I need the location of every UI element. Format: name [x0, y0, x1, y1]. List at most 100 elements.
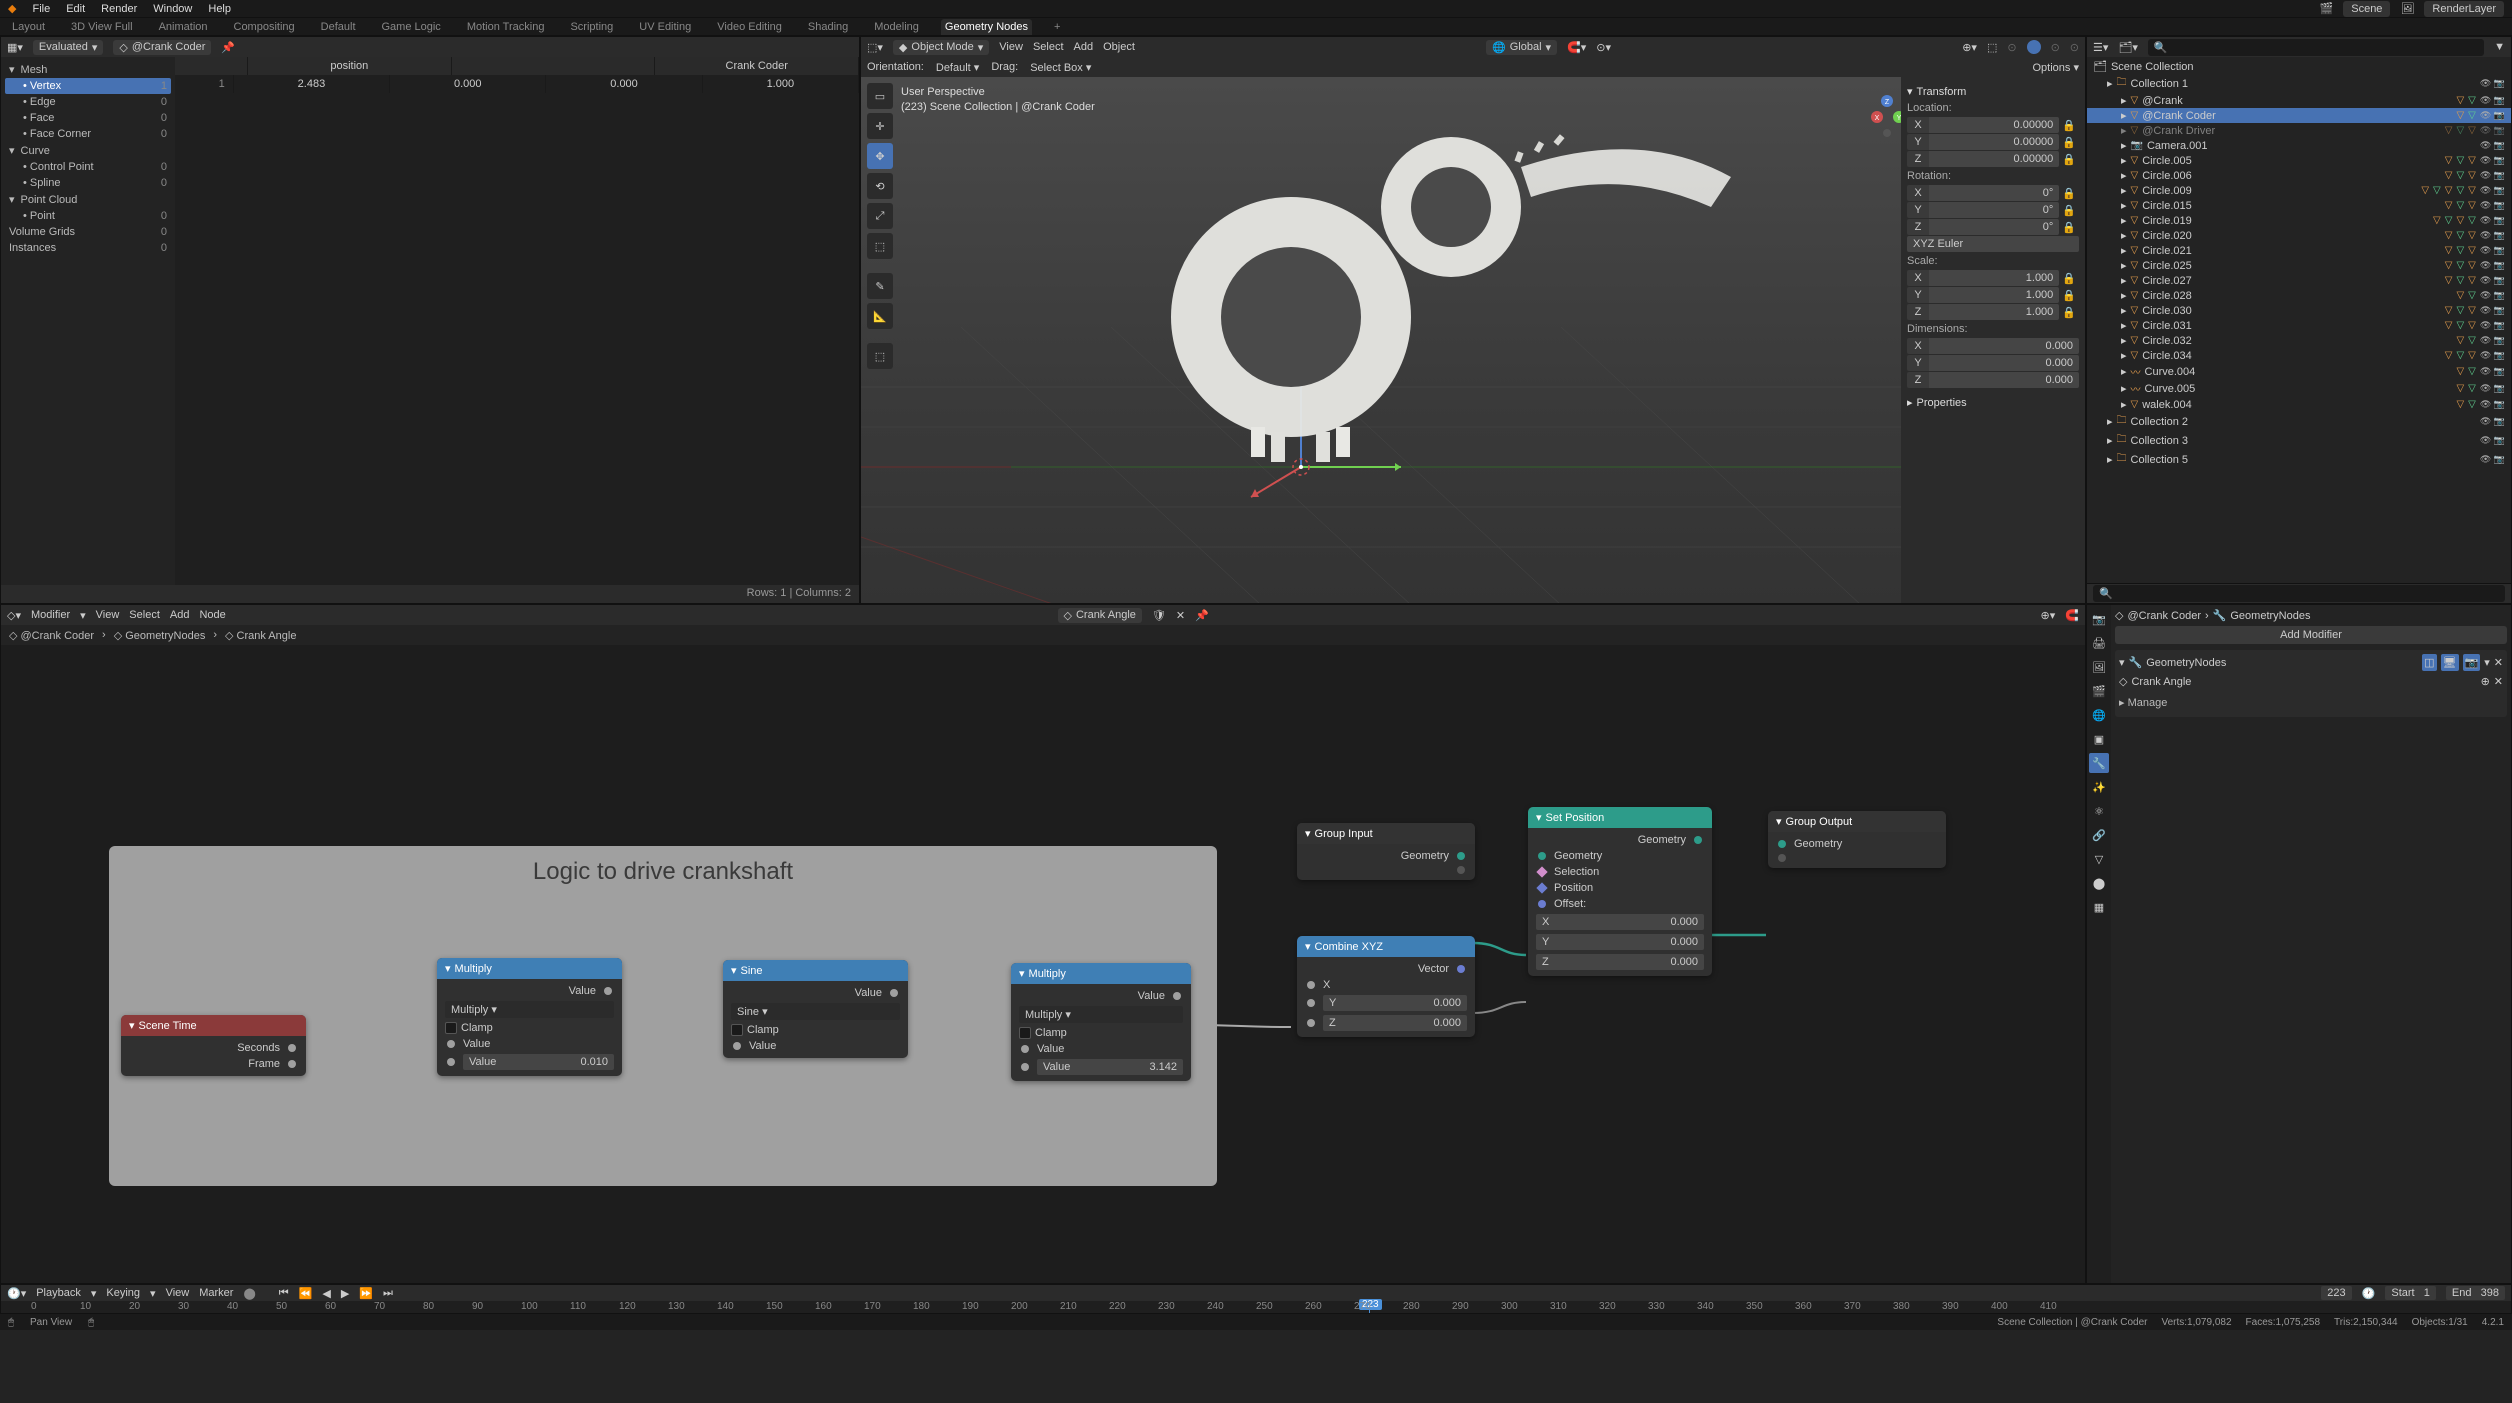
drag-dropdown[interactable]: Select Box ▾ [1030, 61, 1091, 74]
end-frame[interactable]: End 398 [2446, 1286, 2505, 1300]
menu-help[interactable]: Help [208, 3, 231, 15]
play-forward[interactable]: ▶ [338, 1287, 352, 1300]
proportional-toggle[interactable]: ⊙▾ [1596, 41, 1611, 54]
outliner-item[interactable]: ▸🗀Collection 2👁 📷 [2087, 412, 2511, 431]
mod-realtime-toggle[interactable]: 🖥 [2441, 654, 2459, 671]
clamp-checkbox[interactable] [731, 1024, 743, 1036]
outliner-item[interactable]: ▸▽Circle.025▽▽▽👁 📷 [2087, 258, 2511, 273]
workspace-tab[interactable]: Game Logic [378, 19, 445, 35]
scene-selector[interactable]: Scene [2343, 1, 2390, 17]
outliner-item[interactable]: ▸▽Circle.027▽▽▽👁 📷 [2087, 273, 2511, 288]
transform-panel-header[interactable]: ▾ Transform [1907, 83, 2079, 100]
ne-menu-modifier[interactable]: Modifier [31, 609, 70, 621]
tool-measure[interactable]: 📐 [867, 303, 893, 329]
outliner-item[interactable]: ▸▽Circle.020▽▽▽👁 📷 [2087, 228, 2511, 243]
manage-section[interactable]: ▸ Manage [2119, 692, 2503, 713]
outliner-item[interactable]: ▸▽Circle.015▽▽▽👁 📷 [2087, 198, 2511, 213]
nodegroup-field[interactable]: Crank Angle [2131, 676, 2476, 688]
tab-constraints[interactable]: 🔗 [2089, 825, 2109, 845]
workspace-tab[interactable]: Compositing [230, 19, 299, 35]
orientation-selector[interactable]: 🌐 Global ▾ [1486, 40, 1557, 55]
mod-delete[interactable]: ✕ [2494, 656, 2503, 669]
domain-row[interactable]: • Spline0 [5, 175, 171, 191]
clamp-checkbox[interactable] [445, 1022, 457, 1034]
unlink-button[interactable]: ✕ [1176, 609, 1185, 622]
tab-world[interactable]: 🌐 [2089, 705, 2109, 725]
dim-x[interactable]: 0.000 [1929, 338, 2079, 354]
tl-menu-marker[interactable]: Marker [199, 1287, 233, 1299]
outliner-item[interactable]: ▸▽Circle.021▽▽▽👁 📷 [2087, 243, 2511, 258]
new-nodegroup[interactable]: ⊕ [2481, 675, 2490, 688]
tab-physics[interactable]: ⚛ [2089, 801, 2109, 821]
tl-menu-keying[interactable]: Keying [106, 1287, 140, 1299]
add-workspace[interactable]: + [1050, 19, 1064, 35]
view3d-menu-add[interactable]: Add [1074, 41, 1094, 53]
domain-row[interactable]: ▾ Point Cloud [5, 191, 171, 208]
play-reverse[interactable]: ◀ [319, 1287, 333, 1300]
menu-window[interactable]: Window [153, 3, 192, 15]
domain-row[interactable]: ▾ Curve [5, 142, 171, 159]
menu-file[interactable]: File [32, 3, 50, 15]
tool-move[interactable]: ✥ [867, 143, 893, 169]
dim-z[interactable]: 0.000 [1929, 372, 2079, 388]
workspace-tab[interactable]: Video Editing [713, 19, 786, 35]
outliner-item[interactable]: ▸▽Circle.032▽▽👁 📷 [2087, 333, 2511, 348]
tool-annotate[interactable]: ✎ [867, 273, 893, 299]
node-scene-time[interactable]: ▾ Scene Time Seconds Frame [121, 1015, 306, 1076]
value-field[interactable]: Value3.142 [1037, 1059, 1183, 1075]
node-group-output[interactable]: ▾ Group Output Geometry [1768, 811, 1946, 868]
offset-y[interactable]: Y0.000 [1536, 934, 1704, 950]
current-frame[interactable]: 223 [2321, 1286, 2351, 1300]
mod-edit-toggle[interactable]: ◫ [2422, 654, 2436, 671]
filter-icon[interactable]: ▼ [2494, 41, 2505, 53]
ne-menu-select[interactable]: Select [129, 609, 160, 621]
eval-mode-selector[interactable]: Evaluated ▾ [33, 40, 103, 55]
tl-menu-view[interactable]: View [166, 1287, 190, 1299]
rotation-z[interactable]: 0° [1929, 219, 2059, 235]
preview-range-toggle[interactable]: 🕐 [2362, 1287, 2376, 1300]
rotation-y[interactable]: 0° [1929, 202, 2059, 218]
view3d-menu-select[interactable]: Select [1033, 41, 1064, 53]
autokey-toggle[interactable]: ⬤ [243, 1287, 255, 1300]
mode-selector[interactable]: ◆ Object Mode ▾ [893, 40, 989, 55]
outliner-item[interactable]: ▸▽walek.004▽▽👁 📷 [2087, 397, 2511, 412]
tool-rotate[interactable]: ⟲ [867, 173, 893, 199]
location-z[interactable]: 0.00000 [1929, 151, 2059, 167]
options-dropdown[interactable]: Options ▾ [2033, 61, 2080, 74]
tl-menu-playback[interactable]: Playback [36, 1287, 81, 1299]
xray-toggle[interactable]: ⬚ [1987, 41, 1997, 54]
math-op-select[interactable]: Sine ▾ [731, 1003, 900, 1020]
outliner-item[interactable]: ▸▽Circle.005▽▽▽👁 📷 [2087, 153, 2511, 168]
workspace-tab[interactable]: Animation [155, 19, 212, 35]
outliner-item[interactable]: ▸📷Camera.001👁 📷 [2087, 138, 2511, 153]
domain-row[interactable]: • Face0 [5, 110, 171, 126]
node-set-position[interactable]: ▾ Set Position Geometry Geometry Selecti… [1528, 807, 1712, 976]
jump-end[interactable]: ⏭ [380, 1287, 396, 1300]
rotation-x[interactable]: 0° [1929, 185, 2059, 201]
pin-icon[interactable]: 📌 [221, 41, 235, 54]
y-field[interactable]: Y0.000 [1323, 995, 1467, 1011]
editor-type-icon[interactable]: ☰▾ [2093, 41, 2108, 54]
workspace-tab[interactable]: Scripting [566, 19, 617, 35]
start-frame[interactable]: Start 1 [2385, 1286, 2436, 1300]
tab-data[interactable]: ▽ [2089, 849, 2109, 869]
snap-toggle[interactable]: 🧲 [2065, 609, 2079, 622]
tab-viewlayer[interactable]: 🖼 [2089, 657, 2109, 677]
domain-row[interactable]: • Control Point0 [5, 159, 171, 175]
tool-cursor[interactable]: ✛ [867, 113, 893, 139]
shading-rendered[interactable]: ⊙ [2070, 41, 2079, 54]
outliner-item[interactable]: ▸▽Circle.019▽▽▽▽👁 📷 [2087, 213, 2511, 228]
domain-row[interactable]: • Edge0 [5, 94, 171, 110]
tool-scale[interactable]: ⤢ [867, 203, 893, 229]
outliner-item[interactable]: ▸▽Circle.030▽▽▽👁 📷 [2087, 303, 2511, 318]
scale-z[interactable]: 1.000 [1929, 304, 2059, 320]
workspace-tab[interactable]: Geometry Nodes [941, 19, 1032, 35]
math-op-select[interactable]: Multiply ▾ [1019, 1006, 1183, 1023]
tool-transform[interactable]: ⬚ [867, 233, 893, 259]
ne-menu-view[interactable]: View [96, 609, 120, 621]
tab-scene[interactable]: 🎬 [2089, 681, 2109, 701]
node-canvas[interactable]: Logic to drive crankshaft ▾ Scene Time S… [1, 645, 2085, 1283]
view3d-menu-object[interactable]: Object [1103, 41, 1135, 53]
spreadsheet-object[interactable]: ◇ @Crank Coder [113, 40, 211, 55]
keyframe-prev[interactable]: ⏪ [296, 1287, 316, 1300]
